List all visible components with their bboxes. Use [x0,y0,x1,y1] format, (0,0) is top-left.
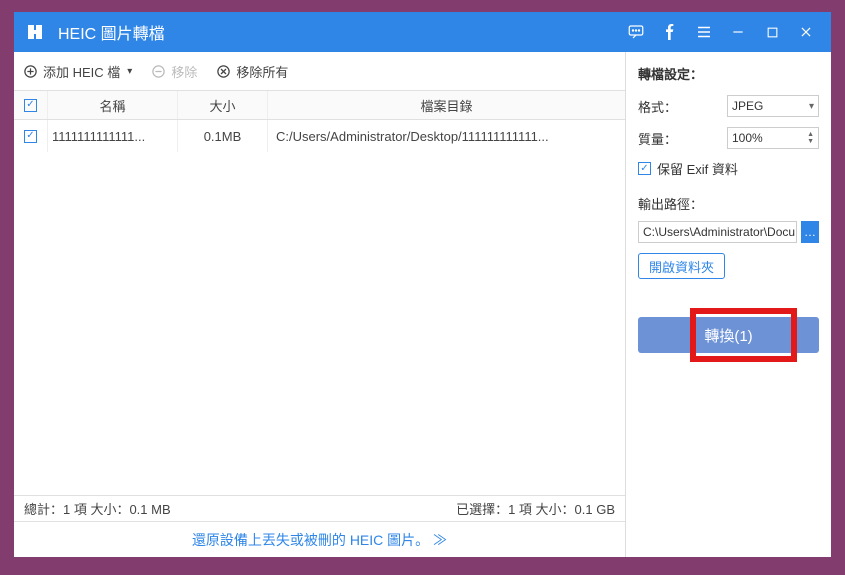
format-label: 格式： [638,97,677,116]
quality-value: 100% [732,131,763,145]
app-logo-icon [22,19,48,45]
select-all-checkbox[interactable] [24,99,37,112]
app-window: HEIC 圖片轉檔 添加 HEIC 檔 [14,12,831,557]
feedback-icon[interactable] [619,12,653,52]
cell-size: 0.1MB [178,120,268,152]
row-checkbox[interactable] [24,130,37,143]
remove-button: 移除 [150,62,197,81]
close-icon[interactable] [789,12,823,52]
status-bar: 總計：1 項 大小：0.1 MB 已選擇：1 項 大小：0.1 GB [14,495,625,521]
spinner-arrows-icon[interactable]: ▲▼ [807,131,814,145]
recover-link[interactable]: 還原設備上丟失或被刪的 HEIC 圖片。 ≫ [192,530,447,550]
chevron-down-icon: ▾ [809,101,814,112]
table-row[interactable]: 1111111111111... 0.1MB C:/Users/Administ… [14,120,625,152]
format-select[interactable]: JPEG ▾ [727,95,819,117]
add-heic-button[interactable]: 添加 HEIC 檔 ▾ [22,62,132,81]
minimize-icon[interactable] [721,12,755,52]
facebook-icon[interactable] [653,12,687,52]
keep-exif-checkbox[interactable] [638,162,651,175]
menu-icon[interactable] [687,12,721,52]
open-folder-button[interactable]: 開啟資料夾 [638,253,725,279]
col-name[interactable]: 名稱 [48,91,178,119]
keep-exif-label: 保留 Exif 資料 [657,159,738,178]
table-header: 名稱 大小 檔案目錄 [14,90,625,120]
status-total: 總計：1 項 大小：0.1 MB [24,499,171,518]
col-size[interactable]: 大小 [178,91,268,119]
settings-title: 轉檔設定： [638,64,819,83]
left-panel: 添加 HEIC 檔 ▾ 移除 移除所有 名稱 [14,52,626,557]
quality-stepper[interactable]: 100% ▲▼ [727,127,819,149]
remove-label: 移除 [171,62,197,81]
settings-panel: 轉檔設定： 格式： JPEG ▾ 質量： 100% ▲▼ 保留 Exif 資料 … [626,52,831,557]
window-title: HEIC 圖片轉檔 [58,20,619,44]
file-list[interactable]: 1111111111111... 0.1MB C:/Users/Administ… [14,120,625,495]
output-path-input[interactable]: C:\Users\Administrator\Docu [638,221,797,243]
quality-label: 質量： [638,129,677,148]
remove-all-label: 移除所有 [236,62,288,81]
plus-icon [22,63,38,79]
toolbar: 添加 HEIC 檔 ▾ 移除 移除所有 [14,52,625,90]
format-value: JPEG [732,99,763,113]
browse-button[interactable]: … [801,221,819,243]
cell-name: 1111111111111... [48,120,178,152]
chevron-down-icon: ▾ [127,66,132,77]
col-path[interactable]: 檔案目錄 [268,91,625,119]
clear-icon [215,63,231,79]
convert-button[interactable]: 轉換(1) [638,317,819,353]
footer: 還原設備上丟失或被刪的 HEIC 圖片。 ≫ [14,521,625,557]
maximize-icon[interactable] [755,12,789,52]
remove-all-button[interactable]: 移除所有 [215,62,288,81]
status-selected: 已選擇：1 項 大小：0.1 GB [456,499,615,518]
output-label: 輸出路徑： [638,194,819,213]
add-heic-label: 添加 HEIC 檔 [43,62,120,81]
titlebar: HEIC 圖片轉檔 [14,12,831,52]
minus-icon [150,63,166,79]
cell-path: C:/Users/Administrator/Desktop/111111111… [268,120,625,152]
